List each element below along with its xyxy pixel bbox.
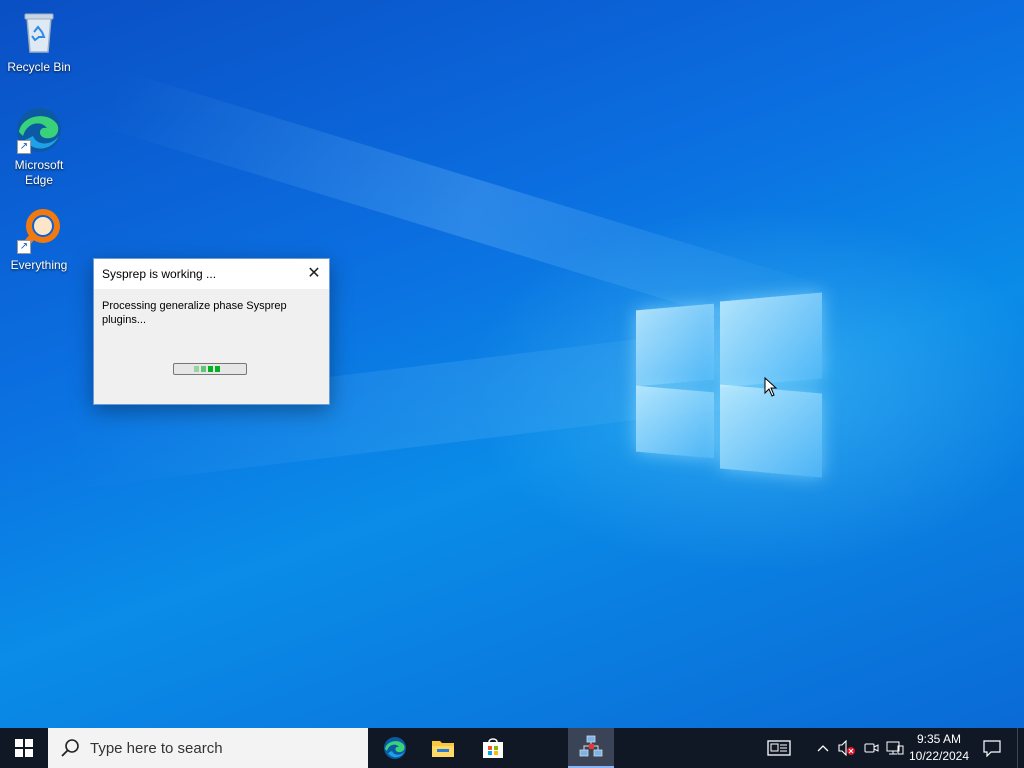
action-center-button[interactable] [978, 728, 1006, 768]
taskbar-sysprep-button[interactable] [568, 728, 614, 768]
shortcut-arrow-icon: ↗ [17, 140, 31, 154]
windows-start-icon [15, 739, 33, 757]
dialog-message: Processing generalize phase Sysprep plug… [102, 300, 287, 326]
taskbar-clock[interactable]: 9:35 AM 10/22/2024 [904, 731, 974, 765]
edge-icon [384, 737, 406, 759]
taskbar: Type here to search 9:35 AM 10/22/2024 [0, 728, 1024, 768]
news-widget-button[interactable] [762, 728, 796, 768]
chevron-up-icon [817, 745, 829, 752]
desktop-icon-everything[interactable]: ↗ Everything [1, 206, 77, 273]
close-icon: ✕ [307, 265, 321, 282]
notification-icon [983, 740, 1001, 757]
desktop-background: Recycle Bin ↗ Microsoft Edge ↗ Everythin… [0, 0, 1024, 728]
progress-bar [173, 363, 247, 375]
network-icon [886, 741, 904, 755]
clock-time: 9:35 AM [916, 732, 962, 746]
close-button[interactable]: ✕ [299, 259, 329, 289]
search-icon [61, 739, 79, 757]
meet-now-icon [864, 743, 879, 753]
desktop-icon-label: Microsoft Edge [14, 158, 64, 187]
edge-icon: ↗ [15, 106, 63, 154]
taskbar-edge-button[interactable] [372, 728, 418, 768]
taskbar-store-button[interactable] [470, 728, 516, 768]
desktop-icon-label: Recycle Bin [7, 60, 71, 74]
desktop-icon-label: Everything [10, 258, 68, 272]
search-placeholder: Type here to search [90, 739, 223, 757]
shortcut-arrow-icon: ↗ [17, 240, 31, 254]
volume-muted-icon [838, 740, 855, 756]
desktop-icon-microsoft-edge[interactable]: ↗ Microsoft Edge [1, 106, 77, 188]
sysprep-icon [579, 735, 603, 757]
taskbar-file-explorer-button[interactable] [420, 728, 466, 768]
clock-date: 10/22/2024 [908, 749, 970, 763]
recycle-bin-icon [15, 8, 63, 56]
sysprep-dialog: Sysprep is working ... ✕ Processing gene… [93, 258, 330, 405]
news-icon [767, 740, 791, 756]
mouse-cursor-icon [764, 377, 778, 397]
desktop-icon-recycle-bin[interactable]: Recycle Bin [1, 8, 77, 75]
dialog-titlebar[interactable]: Sysprep is working ... ✕ [94, 259, 329, 289]
volume-button[interactable] [836, 728, 858, 768]
show-hidden-icons-button[interactable] [812, 728, 834, 768]
windows-logo [636, 289, 824, 481]
everything-search-icon: ↗ [15, 206, 63, 254]
store-icon [483, 738, 503, 758]
start-button[interactable] [0, 728, 48, 768]
network-button[interactable] [884, 728, 906, 768]
dialog-title: Sysprep is working ... [102, 267, 217, 281]
meet-now-button[interactable] [860, 728, 882, 768]
show-desktop-button[interactable] [1017, 728, 1024, 768]
file-explorer-icon [432, 741, 454, 757]
taskbar-search-box[interactable]: Type here to search [48, 728, 368, 768]
